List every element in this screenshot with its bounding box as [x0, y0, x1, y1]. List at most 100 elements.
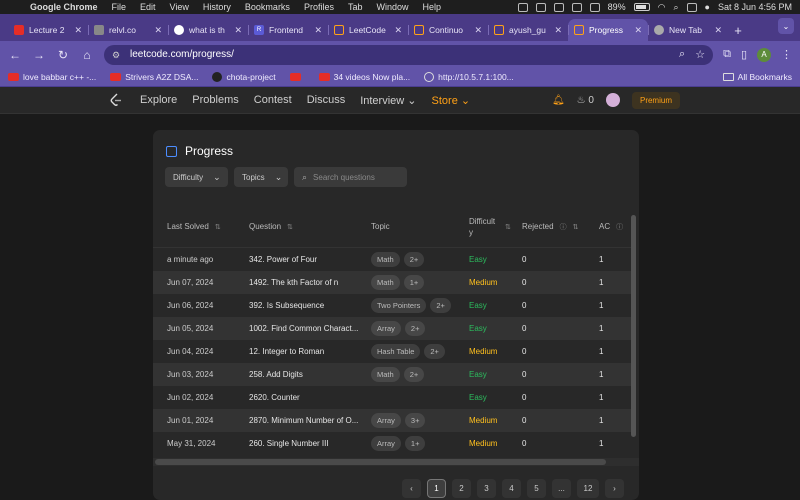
nav-discuss[interactable]: Discuss	[307, 94, 346, 106]
status-play-icon[interactable]	[589, 2, 600, 12]
control-center-icon[interactable]	[686, 2, 697, 12]
sort-icon[interactable]: ⇅	[287, 224, 293, 231]
topic-tag[interactable]: Math	[371, 252, 400, 267]
page-button-4[interactable]: 4	[502, 479, 521, 498]
profile-avatar[interactable]: A	[757, 47, 771, 62]
question-link[interactable]: 258. Add Digits	[249, 370, 371, 379]
url-text[interactable]: leetcode.com/progress/	[130, 49, 669, 60]
question-link[interactable]: 1002. Find Common Charact...	[249, 324, 371, 333]
topic-tag[interactable]: Array	[371, 436, 401, 451]
browser-tab-0[interactable]: Lecture 2 ✕	[8, 19, 88, 41]
table-row[interactable]: Jun 04, 2024 12. Integer to Roman Hash T…	[153, 340, 631, 363]
sort-icon[interactable]: ⇅	[505, 223, 511, 231]
menu-file[interactable]: File	[112, 2, 127, 12]
info-icon[interactable]: ⓘ	[560, 224, 567, 231]
horizontal-scrollbar[interactable]	[153, 458, 639, 466]
notification-bell-icon[interactable]: 🔔︎	[552, 95, 565, 106]
question-link[interactable]: 260. Single Number III	[249, 439, 371, 448]
table-row[interactable]: Jun 05, 2024 1002. Find Common Charact..…	[153, 317, 631, 340]
topic-tag[interactable]: Hash Table	[371, 344, 421, 359]
chrome-menu-icon[interactable]: ⋮	[781, 48, 792, 61]
table-row[interactable]: Jun 03, 2024 258. Add Digits Math 2+ Easy…	[153, 363, 631, 386]
info-icon[interactable]: ⓘ	[616, 224, 623, 231]
header-rejected[interactable]: Rejected ⓘ ⇅	[522, 222, 599, 232]
premium-button[interactable]: Premium	[631, 91, 680, 109]
leetcode-logo-icon[interactable]	[110, 93, 122, 107]
bookmark-0[interactable]: love babbar c++ -...	[8, 72, 96, 82]
wifi-icon[interactable]: ◠	[658, 2, 666, 13]
bookmark-1[interactable]: Strivers A2Z DSA...	[110, 72, 198, 82]
close-tab-icon[interactable]: ✕	[234, 25, 242, 36]
search-input[interactable]: ⌕ Search questions	[294, 167, 407, 187]
status-clock-icon[interactable]	[571, 2, 582, 12]
table-row[interactable]: Jun 02, 2024 2620. Counter Easy 0 1	[153, 386, 631, 409]
close-tab-icon[interactable]: ✕	[714, 25, 722, 36]
streak-counter[interactable]: ♨ 0	[577, 95, 594, 106]
bookmark-2[interactable]: chota-project	[212, 72, 276, 82]
page-button-3[interactable]: 3	[477, 479, 496, 498]
browser-tab-1[interactable]: relvl.co ✕	[88, 19, 168, 41]
status-timer-icon[interactable]	[553, 2, 564, 12]
menu-history[interactable]: History	[203, 2, 231, 12]
battery-icon[interactable]	[633, 3, 650, 11]
nav-explore[interactable]: Explore	[140, 94, 177, 106]
menu-window[interactable]: Window	[376, 2, 408, 12]
difficulty-filter[interactable]: Difficulty ⌄	[165, 167, 228, 187]
next-page-button[interactable]: ›	[605, 479, 624, 498]
menu-tab[interactable]: Tab	[348, 2, 363, 12]
vertical-scrollbar[interactable]	[631, 215, 636, 437]
tab-search-chevron-icon[interactable]: ⌄	[778, 18, 794, 34]
table-row[interactable]: Jun 07, 2024 1492. The kth Factor of n M…	[153, 271, 631, 294]
browser-tab-3[interactable]: R Frontend ✕	[248, 19, 328, 41]
close-tab-icon[interactable]: ✕	[474, 25, 482, 36]
browser-tab-6[interactable]: ayush_gu ✕	[488, 19, 568, 41]
reload-icon[interactable]: ↻	[56, 48, 70, 62]
page-button-2[interactable]: 2	[452, 479, 471, 498]
more-topics-tag[interactable]: 2+	[403, 252, 425, 267]
more-topics-tag[interactable]: 1+	[403, 275, 425, 290]
more-topics-tag[interactable]: 1+	[404, 436, 426, 451]
header-difficulty[interactable]: Difficult y ⇅	[469, 216, 522, 238]
close-tab-icon[interactable]: ✕	[554, 25, 562, 36]
topics-filter[interactable]: Topics ⌄	[234, 167, 288, 187]
table-row[interactable]: Jun 06, 2024 392. Is Subsequence Two Poi…	[153, 294, 631, 317]
sort-icon[interactable]: ⇅	[215, 224, 221, 231]
menu-help[interactable]: Help	[422, 2, 441, 12]
table-row[interactable]: Jun 01, 2024 2870. Minimum Number of O..…	[153, 409, 631, 432]
status-app-icon[interactable]	[517, 2, 528, 12]
back-arrow-icon[interactable]: ←	[8, 48, 22, 62]
menu-bookmarks[interactable]: Bookmarks	[245, 2, 290, 12]
topic-tag[interactable]: Math	[371, 367, 400, 382]
question-link[interactable]: 392. Is Subsequence	[249, 301, 371, 310]
topic-tag[interactable]: Math	[371, 275, 400, 290]
topic-tag[interactable]: Two Pointers	[371, 298, 427, 313]
header-last-solved[interactable]: Last Solved ⇅	[153, 222, 249, 231]
header-question[interactable]: Question ⇅	[249, 222, 371, 231]
more-topics-tag[interactable]: 3+	[404, 413, 426, 428]
side-panel-icon[interactable]: ▯	[741, 48, 747, 61]
browser-tab-7-active[interactable]: Progress ✕	[568, 19, 648, 41]
menu-edit[interactable]: Edit	[140, 2, 156, 12]
close-tab-icon[interactable]: ✕	[154, 25, 162, 36]
question-link[interactable]: 2620. Counter	[249, 393, 371, 402]
horizontal-scroll-thumb[interactable]	[155, 459, 606, 465]
nav-problems[interactable]: Problems	[192, 94, 238, 106]
nav-contest[interactable]: Contest	[254, 94, 292, 106]
new-tab-button[interactable]: +	[728, 19, 748, 41]
nav-interview[interactable]: Interview ⌄	[360, 94, 416, 107]
menubar-datetime[interactable]: Sat 8 Jun 4:56 PM	[718, 2, 792, 12]
more-topics-tag[interactable]: 2+	[403, 367, 425, 382]
bookmark-5[interactable]: http://10.5.7.1:100...	[424, 72, 514, 82]
page-button-5[interactable]: 5	[527, 479, 546, 498]
home-icon[interactable]: ⌂	[80, 48, 94, 62]
status-cloud-icon[interactable]	[535, 2, 546, 12]
page-button-1[interactable]: 1	[427, 479, 446, 498]
siri-icon[interactable]: ●	[705, 2, 710, 12]
spotlight-icon[interactable]: ⌕	[673, 2, 678, 13]
table-row[interactable]: a minute ago 342. Power of Four Math 2+ E…	[153, 248, 631, 271]
user-avatar[interactable]	[605, 93, 620, 107]
table-row[interactable]: May 31, 2024 260. Single Number III Arra…	[153, 432, 631, 455]
close-tab-icon[interactable]: ✕	[634, 25, 642, 36]
menu-app-name[interactable]: Google Chrome	[30, 2, 98, 12]
more-topics-tag[interactable]: 2+	[404, 321, 426, 336]
